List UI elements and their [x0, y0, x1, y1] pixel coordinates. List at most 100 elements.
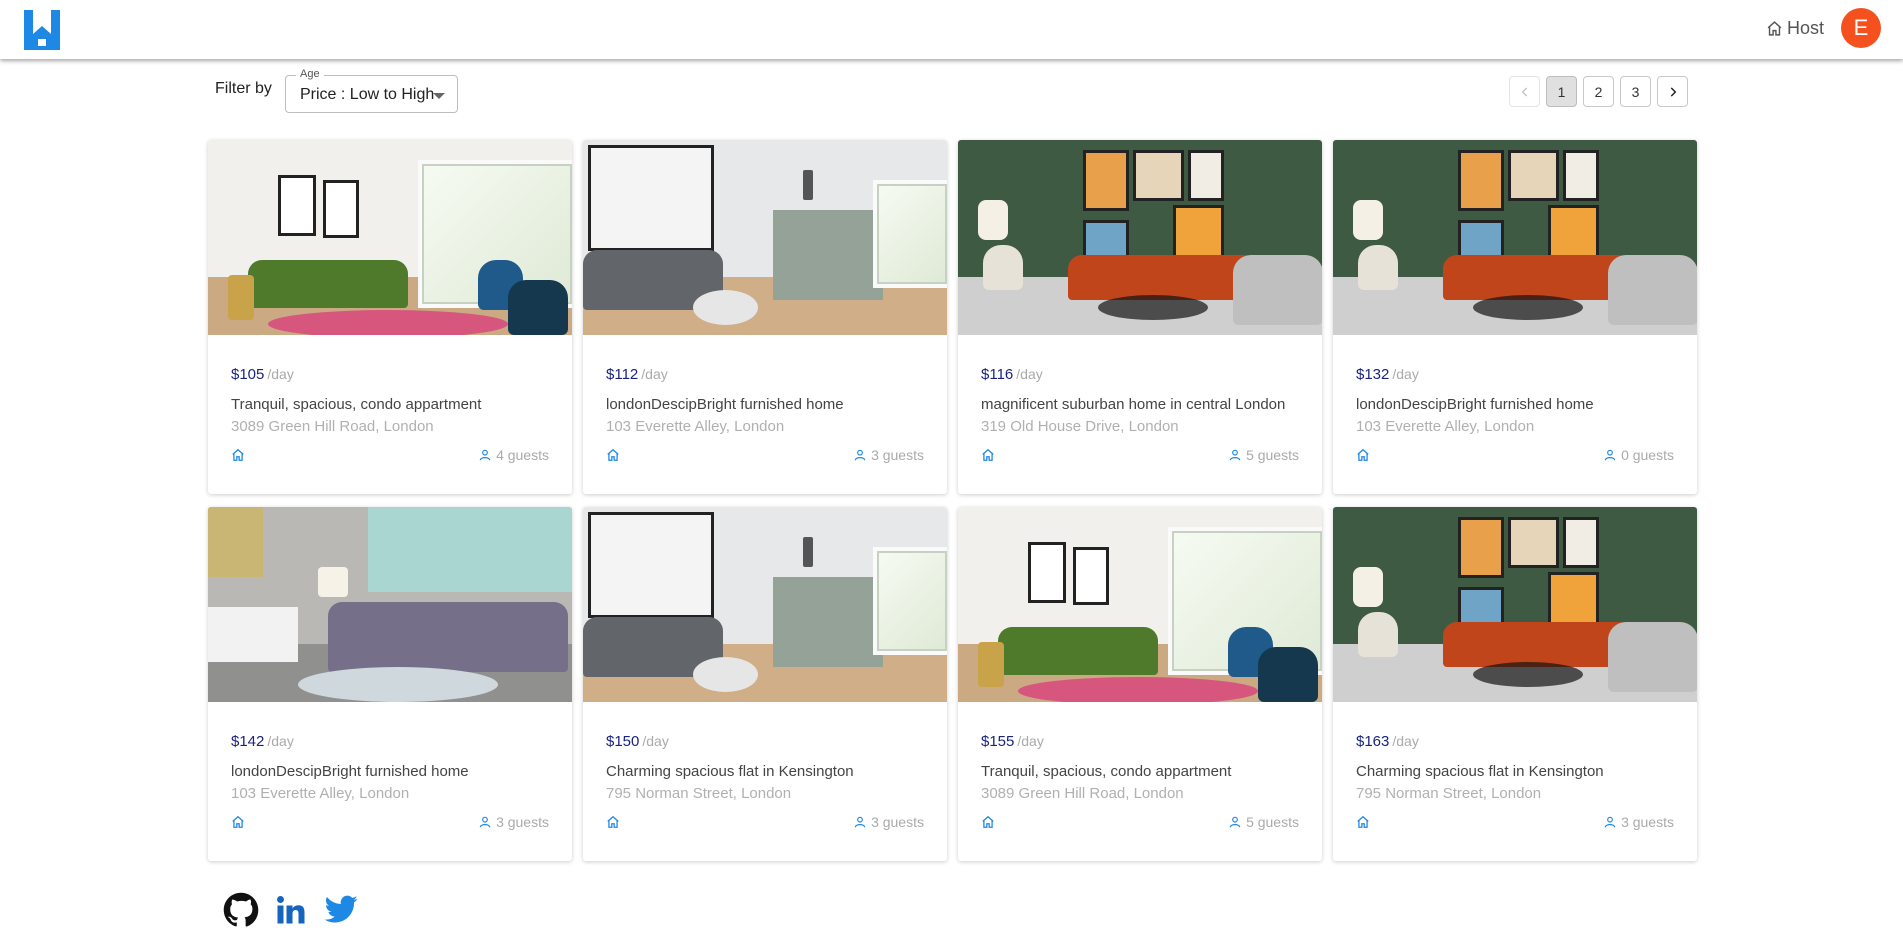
- dropdown-arrow-icon: [433, 93, 445, 99]
- listing-address: 3089 Green Hill Road, London: [231, 418, 434, 435]
- filter-label: Filter by: [215, 80, 272, 97]
- guest-count-label: 5 guests: [1246, 447, 1299, 463]
- host-label: Host: [1787, 17, 1825, 38]
- price-unit: /day: [1016, 366, 1043, 382]
- guest-count-label: 3 guests: [1621, 814, 1674, 830]
- guest-count: 5 guests: [1228, 814, 1299, 830]
- listing-image[interactable]: [208, 507, 572, 702]
- listing-image[interactable]: [958, 507, 1322, 702]
- listing-price: $105: [231, 366, 265, 383]
- sort-select-value: Price : Low to High: [300, 86, 435, 103]
- page-button-3[interactable]: 3: [1620, 76, 1651, 107]
- guest-count: 0 guests: [1603, 447, 1674, 463]
- listing-image[interactable]: [958, 140, 1322, 335]
- sort-select[interactable]: Age Price : Low to High: [285, 68, 458, 113]
- listing-title: Charming spacious flat in Kensington: [1356, 763, 1604, 780]
- guest-count-label: 3 guests: [871, 447, 924, 463]
- listing-card[interactable]: $105/day Tranquil, spacious, condo appar…: [208, 140, 572, 494]
- listing-card[interactable]: $155/day Tranquil, spacious, condo appar…: [958, 507, 1322, 861]
- person-icon: [479, 449, 491, 461]
- guest-count-label: 0 guests: [1621, 447, 1674, 463]
- home-icon: [1767, 20, 1782, 36]
- person-icon: [1604, 449, 1616, 461]
- guest-count: 3 guests: [478, 814, 549, 830]
- listing-title: magnificent suburban home in central Lon…: [981, 396, 1286, 413]
- home-icon: [1357, 815, 1369, 828]
- guest-count: 4 guests: [478, 447, 549, 463]
- home-icon: [232, 448, 244, 461]
- home-icon: [607, 448, 619, 461]
- guest-count: 5 guests: [1228, 447, 1299, 463]
- listing-card[interactable]: $116/day magnificent suburban home in ce…: [958, 140, 1322, 494]
- listing-image[interactable]: [583, 140, 947, 335]
- price-unit: /day: [1392, 366, 1419, 382]
- github-icon[interactable]: [223, 892, 259, 928]
- price-unit: /day: [267, 733, 294, 749]
- twitter-icon[interactable]: [323, 892, 359, 928]
- listing-title: londonDescipBright furnished home: [1356, 396, 1594, 413]
- home-icon: [1357, 448, 1369, 461]
- listing-address: 103 Everette Alley, London: [606, 418, 785, 435]
- home-icon: [982, 448, 994, 461]
- top-app-bar: Host E: [0, 0, 1903, 59]
- listing-title: londonDescipBright furnished home: [231, 763, 469, 780]
- logo-icon[interactable]: [24, 10, 60, 50]
- price-unit: /day: [642, 733, 669, 749]
- listing-image[interactable]: [1333, 507, 1697, 702]
- price-unit: /day: [267, 366, 294, 382]
- listing-price: $163: [1356, 733, 1390, 750]
- guest-count: 3 guests: [853, 814, 924, 830]
- next-page-button[interactable]: [1657, 76, 1688, 107]
- listing-card[interactable]: $112/day londonDescipBright furnished ho…: [583, 140, 947, 494]
- sort-select-legend: Age: [296, 68, 324, 80]
- person-icon: [854, 449, 866, 461]
- chevron-left-icon: [1521, 87, 1527, 96]
- person-icon: [854, 816, 866, 828]
- guest-count: 3 guests: [1603, 814, 1674, 830]
- listing-title: londonDescipBright furnished home: [606, 396, 844, 413]
- guest-count: 3 guests: [853, 447, 924, 463]
- listing-title: Tranquil, spacious, condo appartment: [981, 763, 1232, 780]
- listing-address: 3089 Green Hill Road, London: [981, 785, 1184, 802]
- listing-price: $112: [606, 366, 639, 383]
- listing-price: $116: [981, 366, 1014, 383]
- listing-price: $155: [981, 733, 1015, 750]
- page-button-2[interactable]: 2: [1583, 76, 1614, 107]
- listing-card[interactable]: $142/day londonDescipBright furnished ho…: [208, 507, 572, 861]
- linkedin-icon[interactable]: [273, 892, 309, 928]
- price-unit: /day: [1392, 733, 1419, 749]
- listing-image[interactable]: [583, 507, 947, 702]
- prev-page-button[interactable]: [1509, 76, 1540, 107]
- listing-address: 795 Norman Street, London: [1356, 785, 1542, 802]
- price-unit: /day: [1017, 733, 1044, 749]
- listing-grid: $105/day Tranquil, spacious, condo appar…: [208, 140, 1697, 861]
- listing-image[interactable]: [1333, 140, 1697, 335]
- listing-title: Tranquil, spacious, condo appartment: [231, 396, 482, 413]
- pagination: 1 2 3: [1509, 76, 1688, 107]
- listing-address: 319 Old House Drive, London: [981, 418, 1179, 435]
- listing-card[interactable]: $132/day londonDescipBright furnished ho…: [1333, 140, 1697, 494]
- home-icon: [232, 815, 244, 828]
- social-links: [223, 892, 359, 928]
- guest-count-label: 4 guests: [496, 447, 549, 463]
- guest-count-label: 5 guests: [1246, 814, 1299, 830]
- avatar[interactable]: E: [1841, 8, 1881, 48]
- listing-address: 103 Everette Alley, London: [1356, 418, 1535, 435]
- guest-count-label: 3 guests: [496, 814, 549, 830]
- listing-image[interactable]: [208, 140, 572, 335]
- person-icon: [1229, 816, 1241, 828]
- listing-card[interactable]: $163/day Charming spacious flat in Kensi…: [1333, 507, 1697, 861]
- home-icon: [607, 815, 619, 828]
- listing-title: Charming spacious flat in Kensington: [606, 763, 854, 780]
- page-button-1[interactable]: 1: [1546, 76, 1577, 107]
- host-link[interactable]: Host: [1766, 16, 1824, 40]
- listing-address: 795 Norman Street, London: [606, 785, 792, 802]
- listing-address: 103 Everette Alley, London: [231, 785, 410, 802]
- listing-price: $132: [1356, 366, 1390, 383]
- person-icon: [1604, 816, 1616, 828]
- guest-count-label: 3 guests: [871, 814, 924, 830]
- listing-card[interactable]: $150/day Charming spacious flat in Kensi…: [583, 507, 947, 861]
- person-icon: [1229, 449, 1241, 461]
- person-icon: [479, 816, 491, 828]
- listing-price: $142: [231, 733, 265, 750]
